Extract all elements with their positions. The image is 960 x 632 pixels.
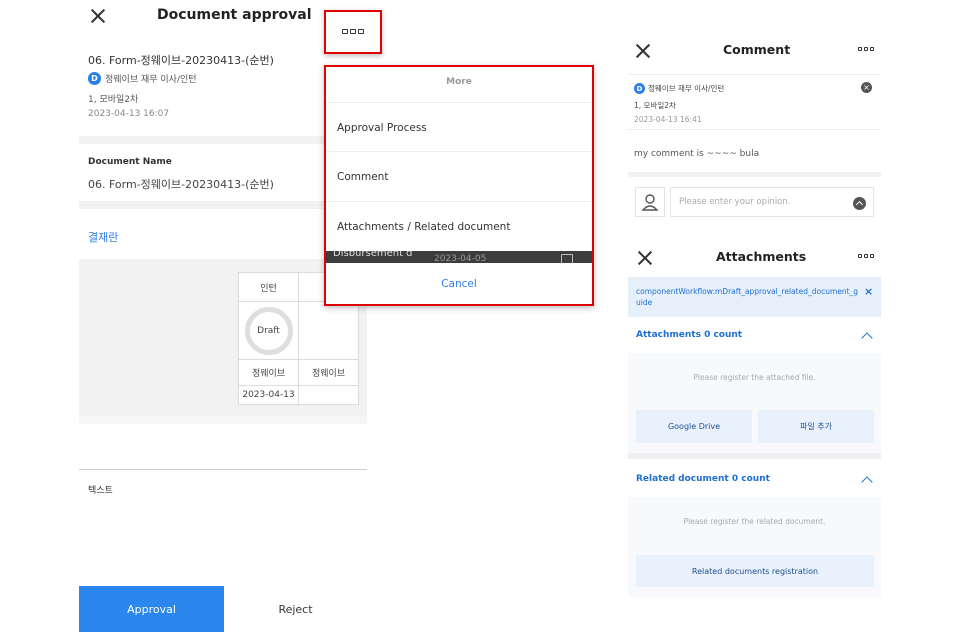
user-icon bbox=[641, 194, 659, 211]
department: 1, 모바일2차 bbox=[88, 95, 139, 105]
attachments-empty-text: Please register the attached file. bbox=[693, 373, 816, 382]
author-row: D 정웨이브 재무 이사/인턴 bbox=[88, 72, 197, 85]
opinion-placeholder: Please enter your opinion. bbox=[679, 197, 791, 207]
divider bbox=[628, 453, 881, 459]
signer-name: 정웨이브 bbox=[298, 359, 359, 386]
avatar: D bbox=[88, 72, 101, 85]
add-file-button[interactable]: 파일 추가 bbox=[758, 410, 874, 443]
comment-author: 정웨이브 재무 이사/인턴 bbox=[648, 84, 725, 93]
attachments-body: Please register the attached file. Googl… bbox=[628, 353, 881, 453]
guide-text: componentWorkflow:mDraft_approval_relate… bbox=[636, 287, 859, 307]
datetime: 2023-04-13 16:07 bbox=[88, 109, 170, 119]
approval-section-title: 결재란 bbox=[88, 231, 119, 244]
attachments-panel-title: Attachments bbox=[716, 249, 807, 264]
approval-button[interactable]: Approval bbox=[79, 586, 224, 632]
reject-button[interactable]: Reject bbox=[224, 586, 367, 632]
text-label: 텍스트 bbox=[88, 486, 113, 496]
chevron-up-icon[interactable] bbox=[861, 476, 873, 488]
peek-text: Disbursement d bbox=[333, 251, 413, 259]
comment-author-row: D 정웨이브 재무 이사/인턴 bbox=[634, 83, 724, 94]
comment-entry: D 정웨이브 재무 이사/인턴 1, 모바일2차 2023-04-13 16:4… bbox=[628, 74, 881, 172]
user-avatar-box bbox=[635, 187, 665, 217]
guide-banner: componentWorkflow:mDraft_approval_relate… bbox=[628, 277, 881, 317]
close-guide-icon[interactable]: × bbox=[864, 285, 873, 298]
signer-name: 정웨이브 bbox=[238, 359, 299, 386]
close-icon[interactable] bbox=[637, 250, 651, 264]
chevron-up-icon[interactable] bbox=[861, 332, 873, 344]
peek-date: 2023-04-05 bbox=[434, 254, 487, 263]
sign-date-empty bbox=[298, 385, 359, 405]
comment-text: my comment is ~~~~ bula bbox=[634, 149, 760, 159]
sheet-title: More bbox=[446, 77, 472, 87]
form-name: 06. Form-정웨이브-20230413-(순번) bbox=[88, 54, 274, 67]
divider-line bbox=[79, 469, 367, 470]
page-title: Document approval bbox=[157, 7, 312, 23]
cancel-button[interactable]: Cancel bbox=[326, 263, 592, 304]
delete-comment-icon[interactable]: × bbox=[861, 82, 872, 93]
more-dots-icon bbox=[342, 29, 364, 34]
close-icon[interactable] bbox=[90, 8, 106, 24]
related-empty-text: Please register the related document. bbox=[683, 517, 826, 526]
attachments-related-item[interactable]: Attachments / Related document bbox=[326, 201, 592, 251]
divider-line bbox=[628, 129, 881, 130]
comment-item[interactable]: Comment bbox=[326, 151, 592, 201]
attachments-count: Attachments 0 count bbox=[636, 330, 743, 340]
draft-stamp: Draft bbox=[244, 306, 293, 355]
sign-header: 인턴 bbox=[238, 272, 299, 302]
background-peek: Disbursement d 2023-04-05 bbox=[326, 251, 592, 263]
approval-process-item[interactable]: Approval Process bbox=[326, 102, 592, 152]
more-action-sheet: More Approval Process Comment Attachment… bbox=[324, 65, 594, 306]
submit-opinion-icon[interactable] bbox=[853, 197, 866, 210]
related-header[interactable]: Related document 0 count bbox=[628, 465, 881, 493]
related-register-button[interactable]: Related documents registration bbox=[636, 555, 874, 587]
related-count: Related document 0 count bbox=[636, 474, 770, 484]
calendar-icon bbox=[561, 254, 573, 263]
opinion-input[interactable]: Please enter your opinion. bbox=[670, 187, 874, 217]
doc-name-value: 06. Form-정웨이브-20230413-(순번) bbox=[88, 178, 274, 191]
avatar: D bbox=[634, 83, 645, 94]
more-dots-icon[interactable] bbox=[858, 254, 874, 258]
more-button[interactable] bbox=[324, 10, 382, 54]
author-name: 정웨이브 재무 이사/인턴 bbox=[105, 75, 197, 85]
more-dots-icon[interactable] bbox=[858, 47, 874, 51]
sign-cell-empty bbox=[298, 301, 359, 360]
related-body: Please register the related document. Re… bbox=[628, 497, 881, 597]
divider bbox=[628, 172, 881, 177]
comment-panel-title: Comment bbox=[723, 42, 791, 57]
comment-datetime: 2023-04-13 16:41 bbox=[634, 115, 702, 124]
doc-name-label: Document Name bbox=[88, 157, 172, 167]
google-drive-button[interactable]: Google Drive bbox=[636, 410, 752, 443]
comment-department: 1, 모바일2차 bbox=[634, 101, 676, 110]
close-icon[interactable] bbox=[635, 43, 649, 57]
divider bbox=[79, 416, 367, 424]
attachments-header[interactable]: Attachments 0 count bbox=[628, 321, 881, 349]
sign-date: 2023-04-13 bbox=[238, 385, 299, 405]
